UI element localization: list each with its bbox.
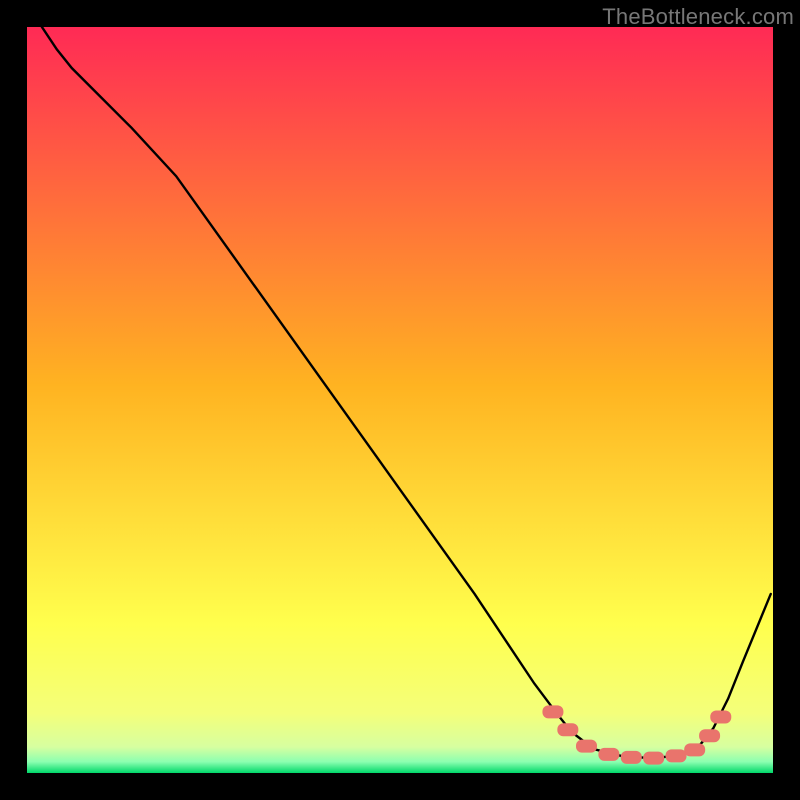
chart-container: TheBottleneck.com: [0, 0, 800, 800]
marker-dot: [699, 729, 720, 742]
marker-dot: [684, 743, 705, 756]
marker-dot: [542, 705, 563, 718]
marker-dot: [710, 711, 731, 724]
plot-area: [27, 27, 773, 773]
marker-dot: [666, 749, 687, 762]
marker-dot: [621, 751, 642, 764]
marker-dot: [576, 740, 597, 753]
marker-dot: [643, 752, 664, 765]
gradient-background: [27, 27, 773, 773]
chart-svg: [27, 27, 773, 773]
marker-dot: [598, 748, 619, 761]
marker-dot: [557, 723, 578, 736]
